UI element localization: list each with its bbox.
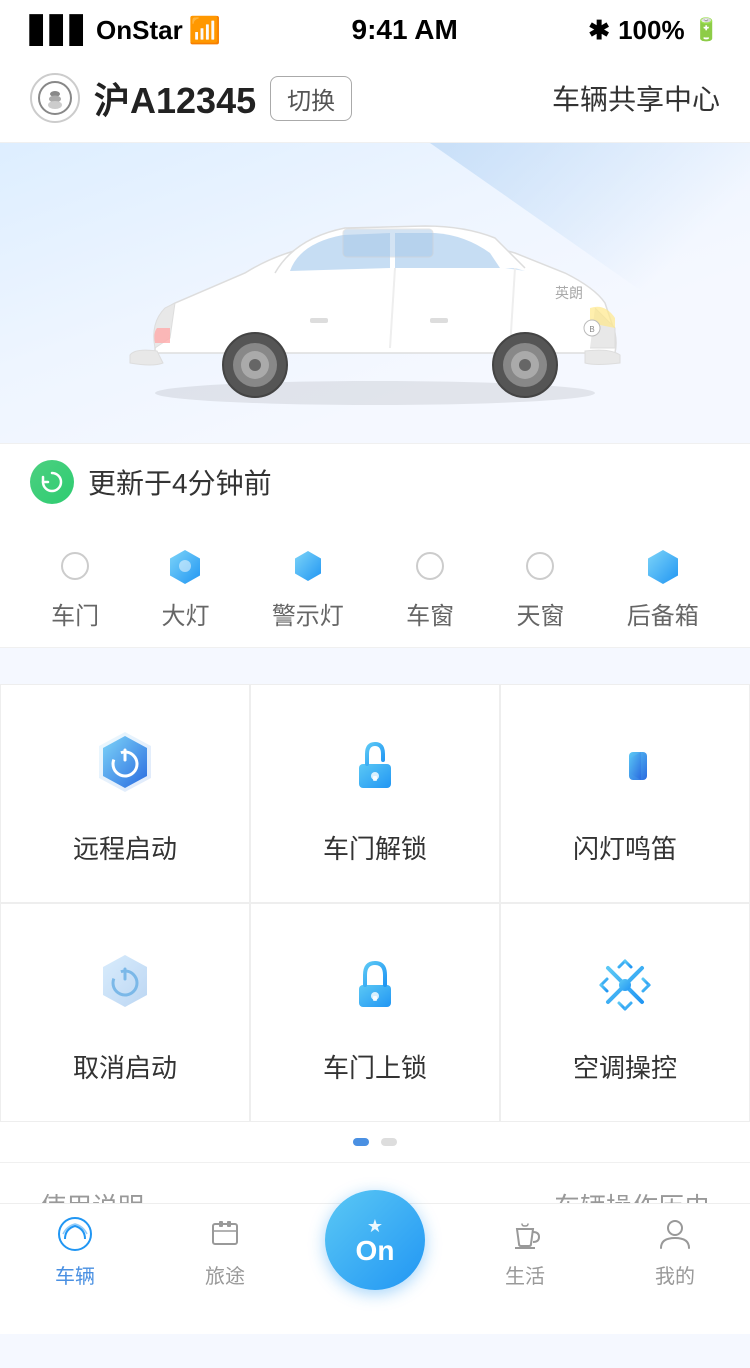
tab-bar: 车辆 旅途 ★ On 生活 xyxy=(0,1203,750,1334)
door-unlock-label: 车门解锁 xyxy=(323,829,427,866)
vehicle-share-center[interactable]: 车辆共享中心 xyxy=(552,78,720,118)
tab-trip[interactable]: 旅途 xyxy=(150,1214,300,1314)
ac-control-label: 空调操控 xyxy=(573,1048,677,1085)
tab-mine[interactable]: 我的 xyxy=(600,1214,750,1314)
indicator-window[interactable]: 车窗 xyxy=(406,548,454,631)
trip-tab-icon xyxy=(205,1214,245,1254)
window-indicator-icon xyxy=(412,548,448,584)
cancel-start-label: 取消启动 xyxy=(73,1048,177,1085)
page-dot-2[interactable] xyxy=(381,1138,397,1146)
headlight-indicator-label: 大灯 xyxy=(161,596,209,631)
door-unlock-icon xyxy=(330,721,420,811)
refresh-icon[interactable] xyxy=(30,460,74,504)
battery-label: 100% xyxy=(618,15,685,46)
status-left: ▋▋▋ OnStar 📶 xyxy=(30,15,221,46)
cancel-start-icon xyxy=(80,940,170,1030)
header-left: 沪A12345 切换 xyxy=(30,72,552,124)
trunk-indicator-label: 后备箱 xyxy=(627,596,699,631)
page-dot-1[interactable] xyxy=(353,1138,369,1146)
door-lock-label: 车门上锁 xyxy=(323,1048,427,1085)
remote-start-icon xyxy=(80,721,170,811)
ac-control-icon xyxy=(580,940,670,1030)
hero-section: B 英朗 xyxy=(0,143,750,443)
time-label: 9:41 AM xyxy=(352,14,458,46)
flash-horn-icon xyxy=(580,721,670,811)
vehicle-tab-icon xyxy=(55,1214,95,1254)
remote-start-button[interactable]: 远程启动 xyxy=(0,684,250,903)
wifi-icon: 📶 xyxy=(189,15,221,46)
header: 沪A12345 切换 车辆共享中心 xyxy=(0,54,750,143)
battery-icon: 🔋 xyxy=(693,17,720,43)
switch-button[interactable]: 切换 xyxy=(270,76,352,121)
pagination xyxy=(0,1122,750,1162)
cancel-start-button[interactable]: 取消启动 xyxy=(0,903,250,1122)
status-indicators: 车门 大灯 xyxy=(0,520,750,648)
tab-vehicle[interactable]: 车辆 xyxy=(0,1214,150,1314)
indicator-sunroof[interactable]: 天窗 xyxy=(516,548,564,631)
door-unlock-button[interactable]: 车门解锁 xyxy=(250,684,500,903)
svg-text:B: B xyxy=(589,325,594,334)
vehicle-tab-label: 车辆 xyxy=(55,1260,95,1289)
sunroof-indicator-icon xyxy=(522,548,558,584)
svg-text:英朗: 英朗 xyxy=(555,285,583,301)
car-plate: 沪A12345 xyxy=(94,72,256,124)
status-right: ✱ 100% 🔋 xyxy=(588,15,720,46)
headlight-indicator-icon xyxy=(167,548,203,584)
on-button[interactable]: ★ On xyxy=(325,1190,425,1290)
update-status-bar: 更新于4分钟前 xyxy=(0,443,750,520)
tab-life[interactable]: 生活 xyxy=(450,1214,600,1314)
bluetooth-icon: ✱ xyxy=(588,15,610,46)
hazard-indicator-icon xyxy=(290,548,326,584)
indicator-door[interactable]: 车门 xyxy=(51,548,99,631)
on-label: On xyxy=(356,1237,395,1265)
remote-start-label: 远程启动 xyxy=(73,829,177,866)
hazard-indicator-label: 警示灯 xyxy=(272,596,344,631)
life-tab-label: 生活 xyxy=(505,1260,545,1289)
ac-control-button[interactable]: 空调操控 xyxy=(500,903,750,1122)
mine-tab-label: 我的 xyxy=(655,1260,695,1289)
trunk-indicator-icon xyxy=(645,548,681,584)
status-bar: ▋▋▋ OnStar 📶 9:41 AM ✱ 100% 🔋 xyxy=(0,0,750,54)
buick-logo xyxy=(30,73,80,123)
flash-horn-button[interactable]: 闪灯鸣笛 xyxy=(500,684,750,903)
tab-on-center[interactable]: ★ On xyxy=(300,1190,450,1290)
on-star: ★ xyxy=(367,1216,383,1237)
indicator-hazard[interactable]: 警示灯 xyxy=(272,548,344,631)
action-grid: 远程启动 车门解锁 xyxy=(0,684,750,1122)
indicator-trunk[interactable]: 后备箱 xyxy=(627,548,699,631)
flash-horn-label: 闪灯鸣笛 xyxy=(573,829,677,866)
indicator-headlight[interactable]: 大灯 xyxy=(161,548,209,631)
signal-icon: ▋▋▋ xyxy=(30,15,90,46)
door-lock-icon xyxy=(330,940,420,1030)
trip-tab-label: 旅途 xyxy=(205,1260,245,1289)
life-tab-icon xyxy=(505,1214,545,1254)
window-indicator-label: 车窗 xyxy=(406,596,454,631)
door-indicator-icon xyxy=(57,548,93,584)
update-text: 更新于4分钟前 xyxy=(88,462,272,502)
carrier-label: OnStar xyxy=(96,15,183,46)
door-indicator-label: 车门 xyxy=(51,596,99,631)
door-lock-button[interactable]: 车门上锁 xyxy=(250,903,500,1122)
mine-tab-icon xyxy=(655,1214,695,1254)
sunroof-indicator-label: 天窗 xyxy=(516,596,564,631)
